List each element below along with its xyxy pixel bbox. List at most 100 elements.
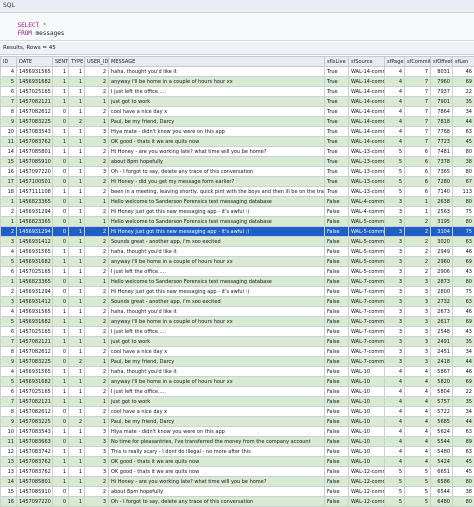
results-grid[interactable]: ID DATE SENT TYPE USER_ID MESSAGE sfIsLive sfSo…	[0, 56, 474, 507]
table-row[interactable]: 5 1456931682 1 1 2 anyway i'll be home in a c…	[0, 376, 474, 387]
table-row[interactable]: 16 1457097220 0 1 3 Oh - I forgot to say, del…	[0, 496, 474, 507]
cell-date: 1457083225	[16, 116, 53, 127]
table-row[interactable]: 6 1457025165 1 1 2 I just left the office....…	[0, 266, 474, 277]
table-row[interactable]: 11 1457083663 0 1 3 No time for pleasantries,…	[0, 436, 474, 447]
cell-date: 1456823365	[16, 196, 53, 207]
cell-id: 7	[0, 96, 17, 107]
column-header-sfpage[interactable]: sfPage	[384, 56, 405, 67]
table-row[interactable]: 10 1457083543 1 1 3 Hiya mate - didn't know y…	[0, 126, 474, 137]
cell-sfcommit: 6	[404, 166, 431, 177]
table-row[interactable]: 3 1456931412 0 1 2 Sounds great - another app…	[0, 236, 474, 247]
cell-message: Oh - I forgot to say, delete any trace o…	[108, 166, 325, 177]
column-header-message[interactable]: MESSAGE	[108, 56, 325, 67]
column-header-sfislive[interactable]: sfIsLive	[324, 56, 349, 67]
table-row[interactable]: 5 1456931682 1 1 2 anyway i'll be home in a c…	[0, 256, 474, 267]
table-row[interactable]: 12 1457083742 1 1 3 This is really scary - I …	[0, 446, 474, 457]
table-row[interactable]: 10 1457083543 1 1 3 Hiya mate - didn't know y…	[0, 426, 474, 437]
cell-sfislive: False	[324, 216, 349, 227]
sql-editor[interactable]: SELECT * FROM messages	[0, 13, 474, 41]
table-row[interactable]: 2 1456931294 0 1 2 Hi Honey just got this new…	[0, 286, 474, 297]
sql-line-2[interactable]: FROM messages	[3, 23, 64, 44]
cell-user-id: 2	[84, 376, 109, 387]
cell-user-id: 3	[84, 446, 109, 457]
table-row[interactable]: 16 1457097220 0 1 3 Oh - I forgot to say, del…	[0, 166, 474, 177]
cell-sfpage: 4	[384, 76, 405, 87]
table-row[interactable]: 14 1457085801 1 1 2 Hi Honey - are you workin…	[0, 476, 474, 487]
cell-id: 4	[0, 66, 17, 77]
cell-sfsource: WAL-12-commit	[348, 466, 385, 477]
cell-date: 1456931565	[16, 306, 53, 317]
cell-sfpage: 4	[384, 96, 405, 107]
cell-sfpage: 3	[384, 216, 405, 227]
cell-sfoffset: 5722	[430, 406, 453, 417]
cell-sfislive: False	[324, 436, 349, 447]
table-row[interactable]: 14 1457085801 1 1 2 Hi Honey - are you workin…	[0, 146, 474, 157]
cell-sfpage: 5	[384, 166, 405, 177]
table-row[interactable]: 17 1457100501 0 1 2 Hi Honey - did you get my…	[0, 176, 474, 187]
cell-sfoffset: 7378	[430, 156, 453, 167]
column-header-sent[interactable]: SENT	[52, 56, 69, 67]
cell-sfoffset: 2491	[430, 336, 453, 347]
table-row[interactable]: 15 1457085910 0 1 2 about 8pm hopefully True WA…	[0, 156, 474, 167]
cell-sfcommit: 7	[404, 76, 431, 87]
cell-type: 1	[68, 316, 85, 327]
table-row[interactable]: 2 1456931294 0 1 2 Hi Honey just got this new…	[0, 226, 474, 237]
cell-sfsource: WAL-10	[348, 416, 385, 427]
cell-message: about 8pm hopefully	[108, 486, 325, 497]
cell-message: OK good - thats it we are quits now	[108, 456, 325, 467]
table-row[interactable]: 6 1457025165 1 1 2 I just left the office....…	[0, 386, 474, 397]
table-row[interactable]: 4 1456931565 1 1 2 haha, thought you'd like i…	[0, 66, 474, 77]
cell-sfcommit: 4	[404, 386, 431, 397]
table-row[interactable]: 9 1457083225 0 2 1 Paul, be my friend, Darcy T…	[0, 116, 474, 127]
table-row[interactable]: 6 1457025165 1 1 2 I just left the office....…	[0, 326, 474, 337]
table-row[interactable]: 1 1456823365 0 1 1 Hello welcome to Sanderson…	[0, 196, 474, 207]
cell-sfcommit: 7	[404, 66, 431, 77]
column-header-type[interactable]: TYPE	[68, 56, 85, 67]
column-header-sfsource[interactable]: sfSource	[348, 56, 385, 67]
column-header-sfoffset[interactable]: sfOffset	[430, 56, 453, 67]
table-row[interactable]: 1 1456823365 0 1 1 Hello welcome to Sanderson…	[0, 216, 474, 227]
table-row[interactable]: 4 1456931565 1 1 2 haha, thought you'd like i…	[0, 366, 474, 377]
cell-sent: 1	[52, 96, 69, 107]
cell-date: 1457085801	[16, 146, 53, 157]
cell-sfoffset: 7481	[430, 146, 453, 157]
table-row[interactable]: 2 1456931294 0 1 2 Hi Honey just got this new…	[0, 206, 474, 217]
cell-sfpage: 4	[384, 406, 405, 417]
table-row[interactable]: 13 1457083762 1 1 3 OK good - thats it we are…	[0, 466, 474, 477]
table-row[interactable]: 9 1457083225 0 2 1 Paul, be my friend, Darcy F…	[0, 356, 474, 367]
table-row[interactable]: 5 1456931682 1 1 2 anyway i'll be home in a c…	[0, 76, 474, 87]
table-row[interactable]: 7 1457082121 1 1 1 just got to work False WAL-1…	[0, 396, 474, 407]
column-header-user-id[interactable]: USER_ID	[84, 56, 109, 67]
cell-sfislive: True	[324, 96, 349, 107]
column-header-date[interactable]: DATE	[16, 56, 53, 67]
table-row[interactable]: 18 1457111108 1 1 2 been in a meeting, leavin…	[0, 186, 474, 197]
table-row[interactable]: 9 1457083225 0 2 1 Paul, be my friend, Darcy F…	[0, 416, 474, 427]
column-header-sfcommit[interactable]: sfCommit	[404, 56, 431, 67]
column-header-id[interactable]: ID	[0, 56, 17, 67]
table-row[interactable]: 4 1456931565 1 1 2 haha, thought you'd like i…	[0, 306, 474, 317]
table-row[interactable]: 8 1457082612 0 1 2 cool have a nice day x Fals…	[0, 406, 474, 417]
column-header-sflen[interactable]: sfLen	[452, 56, 474, 67]
cell-date: 1457082121	[16, 336, 53, 347]
cell-sflen: 46	[452, 66, 474, 77]
cell-sfcommit: 3	[404, 276, 431, 287]
cell-id: 5	[0, 76, 17, 87]
cell-sfpage: 3	[384, 226, 405, 237]
cell-sflen: 22	[452, 86, 474, 97]
table-row[interactable]: 7 1457082121 1 1 1 just got to work False WAL-7…	[0, 336, 474, 347]
table-row[interactable]: 8 1457082612 0 1 2 cool have a nice day x Fals…	[0, 346, 474, 357]
table-row[interactable]: 4 1456931565 1 1 2 haha, thought you'd like i…	[0, 246, 474, 257]
cell-sent: 0	[52, 106, 69, 117]
table-row[interactable]: 11 1457083762 1 1 3 OK good - thats it we are…	[0, 136, 474, 147]
table-row[interactable]: 3 1456931412 0 1 2 Sounds great - another app…	[0, 296, 474, 307]
table-row[interactable]: 7 1457082121 1 1 1 just got to work True WAL-14…	[0, 96, 474, 107]
cell-message: No time for pleasantries, I've transferr…	[108, 436, 325, 447]
table-row[interactable]: 5 1456931682 1 1 2 anyway i'll be home in a c…	[0, 316, 474, 327]
table-row[interactable]: 1 1456823365 0 1 1 Hello welcome to Sanderson…	[0, 276, 474, 287]
table-row[interactable]: 13 1457083762 1 1 3 OK good - thats it we are…	[0, 456, 474, 467]
table-row[interactable]: 15 1457085910 0 1 2 about 8pm hopefully False W…	[0, 486, 474, 497]
table-row[interactable]: 8 1457082612 0 1 2 cool have a nice day x True…	[0, 106, 474, 117]
cell-sflen: 69	[452, 316, 474, 327]
table-row[interactable]: 6 1457025165 1 1 2 I just left the office....…	[0, 86, 474, 97]
cell-sfpage: 3	[384, 276, 405, 287]
